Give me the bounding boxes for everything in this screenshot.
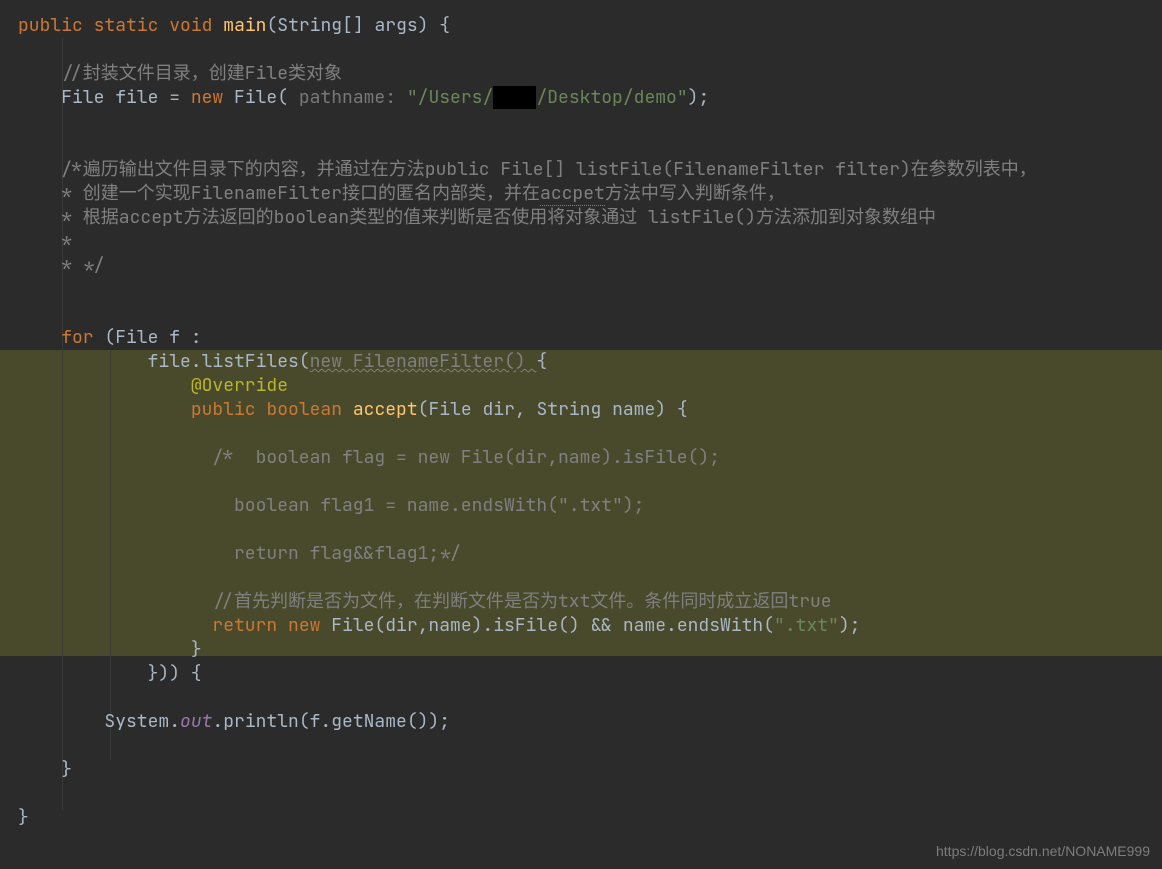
field-out: out — [180, 710, 212, 733]
kw-static: static — [94, 14, 159, 37]
kw-public: public — [18, 14, 83, 37]
kw-void: void — [169, 14, 212, 37]
redacted-user — [493, 86, 536, 109]
block-comment-1: /*遍历输出文件目录下的内容，并通过在方法public File[] listF… — [61, 158, 1037, 181]
brace-close-method: } — [18, 806, 29, 829]
comment-check-file: //首先判断是否为文件，在判断文件是否为txt文件。条件同时成立返回true — [212, 590, 831, 613]
watermark: https://blog.csdn.net/NONAME999 — [936, 843, 1150, 859]
str-txt: ".txt" — [774, 614, 839, 637]
annotation-override: @Override — [191, 374, 288, 397]
hint-pathname: pathname: — [288, 86, 407, 109]
str-path-1: "/Users/ — [407, 86, 493, 109]
kw-return: return — [212, 614, 277, 637]
kw-new-1: new — [191, 86, 223, 109]
sig-main: (String[] args) { — [266, 14, 450, 37]
decl-file: File file = — [61, 86, 191, 109]
anon-class: new FilenameFilter() — [310, 350, 537, 373]
typo-accpet: accpet — [540, 182, 605, 206]
inner-block-comment: /* boolean flag = new File(dir,name).isF… — [212, 446, 720, 469]
method-main: main — [223, 14, 266, 37]
method-accept: accept — [353, 398, 418, 421]
code-block: public static void main(String[] args) {… — [0, 0, 1162, 830]
comment-encapsulate: //封装文件目录，创建File类对象 — [61, 62, 342, 85]
kw-for: for — [61, 326, 93, 349]
brace-close-for: } — [61, 758, 72, 781]
stmt-println-a: System. — [104, 710, 180, 733]
str-path-2: /Desktop/demo" — [536, 86, 687, 109]
